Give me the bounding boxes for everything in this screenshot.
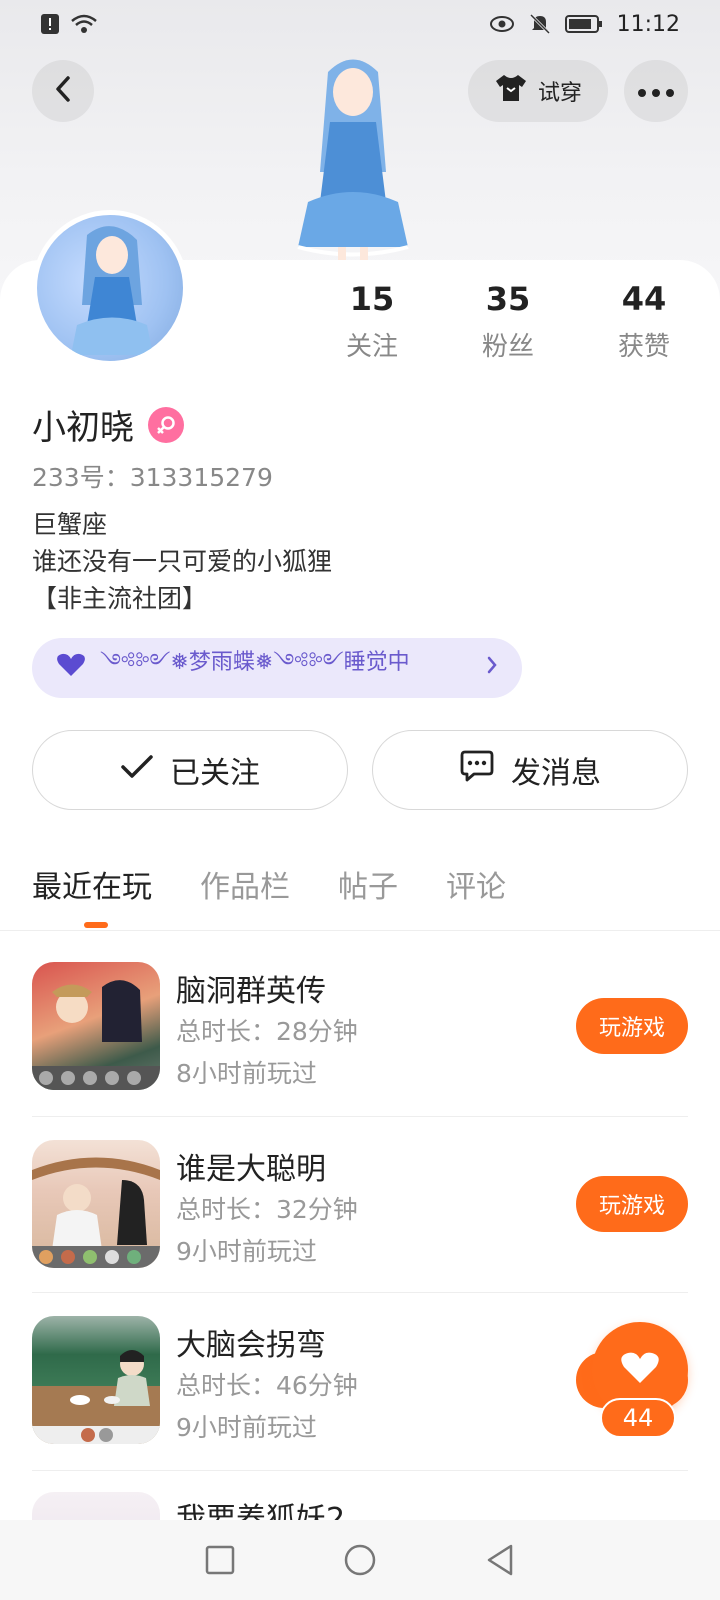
bio: 巨蟹座 谁还没有一只可爱的小狐狸 【非主流社团】	[32, 506, 332, 617]
play-game-button[interactable]: 玩游戏	[576, 998, 688, 1054]
stat-followers[interactable]: 35 粉丝	[448, 280, 568, 363]
game-title: 我要养狐妖2	[176, 1502, 346, 1520]
try-on-label: 试穿	[537, 81, 582, 106]
game-duration: 总时长：46分钟	[176, 1371, 358, 1400]
play-game-button[interactable]: 玩游戏	[576, 1176, 688, 1232]
more-dots-icon	[638, 82, 674, 101]
warning-icon	[40, 13, 60, 35]
send-message-button[interactable]: 发消息	[372, 730, 688, 810]
bio-line: 巨蟹座	[32, 510, 108, 539]
stat-following[interactable]: 15 关注	[312, 280, 432, 363]
chat-bubble-icon	[459, 749, 495, 791]
chevron-right-icon	[486, 655, 498, 681]
game-thumbnail	[32, 1492, 160, 1520]
name-row: 小初晓	[32, 400, 184, 449]
game-thumbnail	[32, 1140, 160, 1268]
club-badge[interactable]: ༺༻❅梦雨蝶❅༺༻睡觉中	[32, 638, 522, 698]
username: 小初晓	[32, 408, 134, 448]
divider	[32, 1116, 688, 1117]
status-time: 11:12	[616, 11, 680, 37]
system-navigation-bar	[0, 1520, 720, 1600]
game-last-played: 9小时前玩过	[176, 1413, 317, 1442]
stat-label: 粉丝	[481, 332, 534, 362]
tab-comments[interactable]: 评论	[446, 862, 506, 906]
game-thumbnail	[32, 1316, 160, 1444]
heart-icon	[56, 652, 86, 684]
recent-apps-button[interactable]	[200, 1540, 240, 1580]
game-thumbnail	[32, 962, 160, 1090]
wifi-icon	[70, 13, 98, 35]
stat-label: 关注	[345, 332, 398, 362]
game-title: 大脑会拐弯	[176, 1328, 326, 1363]
active-tab-indicator	[84, 922, 108, 928]
more-options-button[interactable]	[624, 60, 688, 122]
system-back-button[interactable]	[480, 1540, 520, 1580]
send-message-label: 发消息	[511, 756, 601, 791]
profile-tabs: 最近在玩 作品栏 帖子 评论	[32, 862, 506, 906]
list-item[interactable]: 我要养狐妖2	[32, 1492, 688, 1520]
stat-value: 44	[621, 280, 667, 318]
bio-line: 【非主流社团】	[32, 584, 208, 613]
tab-recently-played[interactable]: 最近在玩	[32, 862, 152, 906]
like-count: 44	[600, 1398, 676, 1438]
bio-line: 谁还没有一只可爱的小狐狸	[32, 547, 333, 576]
list-item[interactable]: 脑洞群英传 总时长：28分钟 8小时前玩过 玩游戏	[32, 962, 688, 1112]
back-button[interactable]	[32, 60, 94, 122]
bell-muted-icon	[529, 13, 551, 35]
battery-icon	[564, 14, 603, 34]
followed-button[interactable]: 已关注	[32, 730, 348, 810]
club-text: ༺༻❅梦雨蝶❅༺༻睡觉中	[100, 650, 410, 675]
game-duration: 总时长：32分钟	[176, 1195, 358, 1224]
chevron-left-icon	[53, 74, 73, 108]
list-item[interactable]: 谁是大聪明 总时长：32分钟 9小时前玩过 玩游戏	[32, 1140, 688, 1290]
stat-value: 35	[485, 280, 531, 318]
stat-label: 获赞	[617, 332, 670, 362]
heart-icon	[620, 1350, 660, 1390]
try-on-button[interactable]: 试穿	[468, 60, 608, 122]
home-button[interactable]	[340, 1540, 380, 1580]
game-title: 谁是大聪明	[176, 1152, 326, 1187]
female-gender-icon	[148, 406, 184, 443]
status-bar: 11:12	[0, 0, 720, 48]
game-duration: 总时长：28分钟	[176, 1017, 358, 1046]
stat-likes[interactable]: 44 获赞	[584, 280, 704, 363]
game-title: 脑洞群英传	[176, 974, 326, 1009]
tab-posts[interactable]: 帖子	[338, 862, 398, 906]
list-item[interactable]: 大脑会拐弯 总时长：46分钟 9小时前玩过 玩游戏	[32, 1316, 688, 1466]
tab-works[interactable]: 作品栏	[200, 862, 290, 906]
divider	[32, 1292, 688, 1293]
stat-value: 15	[349, 280, 395, 318]
character-figure-image	[268, 52, 438, 262]
avatar[interactable]	[32, 210, 188, 366]
followed-label: 已关注	[170, 756, 260, 791]
eye-icon	[489, 15, 515, 33]
divider	[0, 930, 720, 931]
game-last-played: 9小时前玩过	[176, 1237, 317, 1266]
divider	[32, 1470, 688, 1471]
shirt-icon	[494, 73, 528, 109]
game-last-played: 8小时前玩过	[176, 1059, 317, 1088]
user-id: 233号：313315279	[32, 463, 273, 492]
checkmark-icon	[120, 753, 154, 788]
